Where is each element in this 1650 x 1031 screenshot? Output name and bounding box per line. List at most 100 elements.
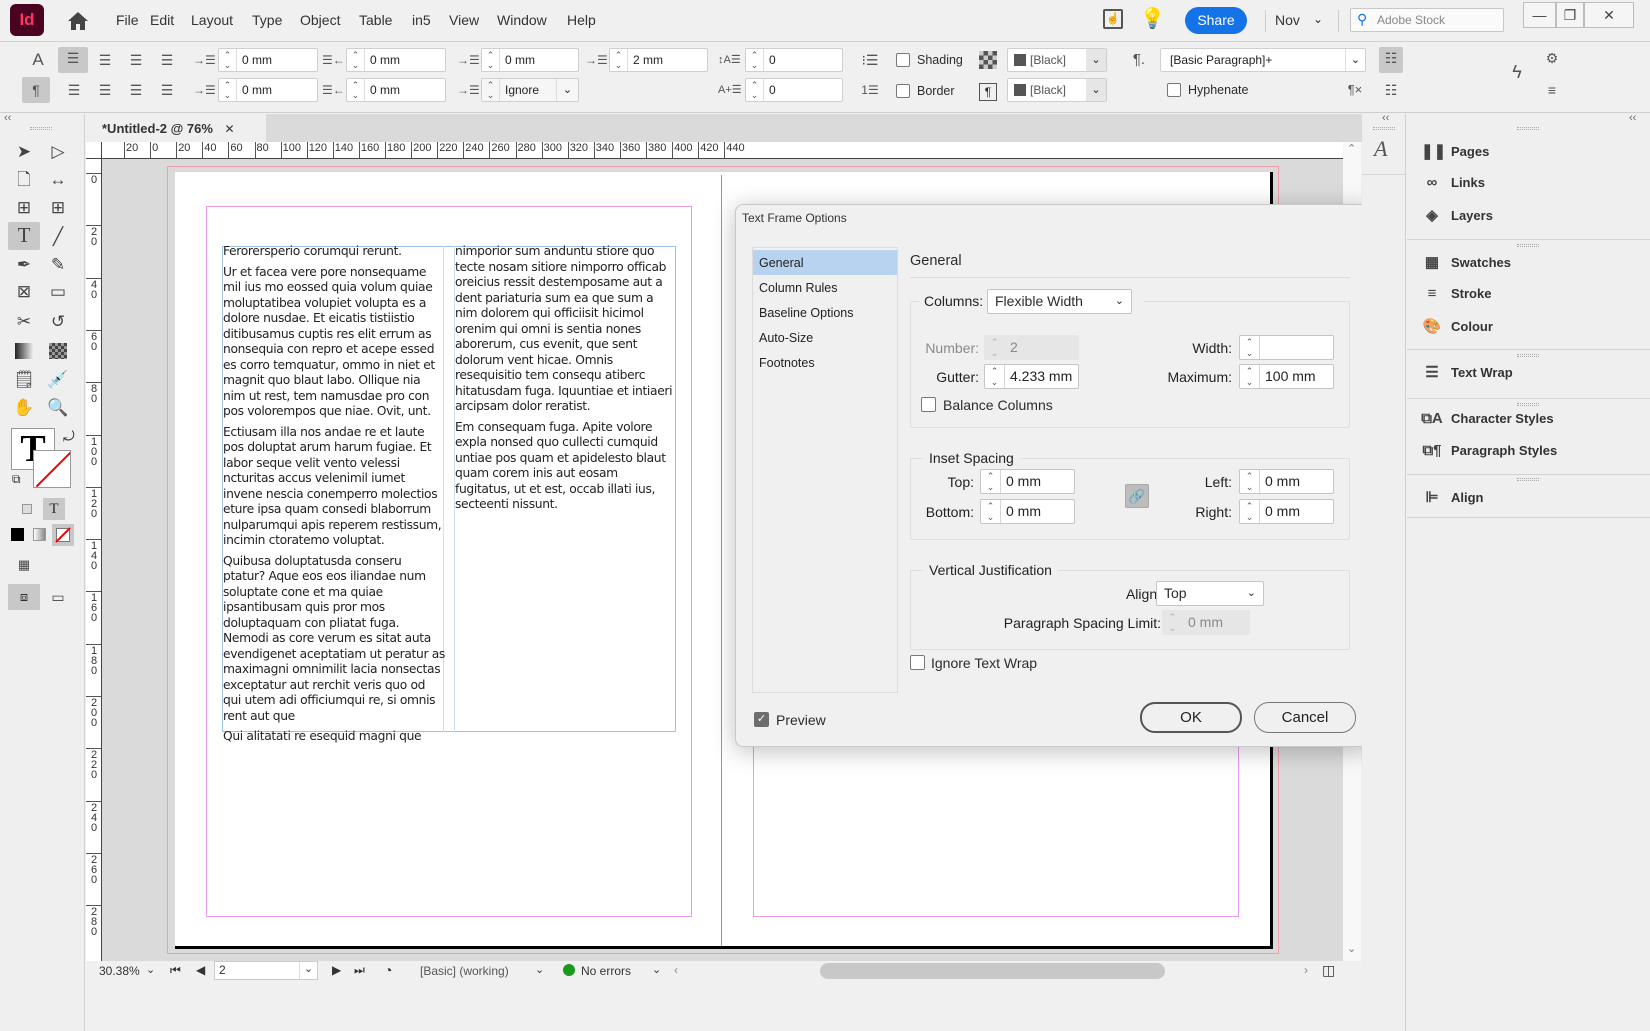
page-tool-icon[interactable]: 🗋 [11, 167, 37, 193]
glyphs-icon[interactable]: A [1374, 136, 1387, 162]
panel-text-wrap[interactable]: ☰ Text Wrap [1421, 363, 1512, 381]
shading-checkbox[interactable] [896, 53, 910, 67]
content-collector-icon[interactable]: ⊞ [11, 195, 37, 221]
quick-actions-icon[interactable]: ϟ [1506, 61, 1528, 83]
apply-color-icon[interactable] [11, 528, 24, 541]
nav-column-rules[interactable]: Column Rules [753, 275, 897, 300]
note-tool-icon[interactable]: 🗒 [11, 367, 37, 393]
gutter-field[interactable]: ⌃ ⌄ 4.233 mm [984, 364, 1079, 389]
type-tool-icon[interactable]: T [8, 222, 40, 250]
close-button[interactable]: ✕ [1584, 2, 1634, 28]
content-placer-icon[interactable]: ⊞ [45, 195, 71, 221]
inset-bottom-field[interactable]: ⌃ ⌄ 0 mm [980, 499, 1075, 524]
ignore-text-wrap-checkbox[interactable] [910, 655, 925, 670]
vertical-ruler[interactable]: 0 2 0 4 0 6 0 8 0 1 0 0 1 2 0 1 4 0 1 6 0 1 8 0 2 … [86, 159, 102, 961]
drop-cap-chars-field[interactable]: ⌃ ⌄ 0 [745, 78, 843, 102]
panel-paragraph-styles[interactable]: ⧉¶ Paragraph Styles [1421, 442, 1557, 459]
horizontal-scrollbar-thumb[interactable] [820, 963, 1165, 979]
tutorial-icon[interactable]: ☝ [1103, 9, 1123, 29]
gap-tool-icon[interactable]: ↔ [45, 167, 71, 193]
default-fill-stroke-icon[interactable]: ⧉ [12, 472, 21, 487]
split-window-icon[interactable]: ◫ [1322, 962, 1335, 979]
zoom-level[interactable]: 30.38% [99, 964, 140, 978]
panel-align[interactable]: ⊫ Align [1421, 488, 1483, 506]
space-before-field[interactable]: ⌃ ⌄ 0 mm [481, 48, 579, 72]
preview-checkbox[interactable]: ✓ [754, 712, 769, 727]
chevron-down-icon[interactable]: ⌄ [146, 963, 155, 976]
apply-gradient-icon[interactable] [33, 528, 46, 541]
clear-overrides-icon[interactable]: ¶× [1344, 79, 1366, 101]
minimize-button[interactable]: — [1523, 2, 1556, 28]
scroll-down-icon[interactable]: ⌄ [1347, 942, 1356, 955]
align-to-grid-select[interactable]: ⌃ ⌄ Ignore ⌄ [481, 78, 579, 102]
formatting-container-icon[interactable] [22, 504, 32, 514]
restore-button[interactable]: ❐ [1556, 2, 1584, 28]
menu-help[interactable]: Help [567, 12, 596, 28]
right-indent-field[interactable]: ⌃ ⌄ 0 mm [346, 48, 446, 72]
shading-settings-icon[interactable] [979, 51, 997, 69]
menu-object[interactable]: Object [300, 12, 340, 28]
gradient-swatch-tool-icon[interactable] [15, 343, 33, 359]
span-columns-icon[interactable]: ☷ [1379, 47, 1403, 73]
home-icon[interactable] [66, 10, 90, 32]
maximum-field[interactable]: ⌃ ⌄ 100 mm [1239, 364, 1334, 389]
menu-file[interactable]: File [116, 12, 139, 28]
zoom-tool-icon[interactable]: 🔍 [45, 395, 71, 421]
page-number-field[interactable]: 2 ⌄ [214, 961, 318, 980]
character-mode-button[interactable]: A [27, 49, 49, 71]
next-page-icon[interactable]: ▶ [332, 963, 341, 977]
numbered-list-icon[interactable]: 1☰ [859, 79, 881, 101]
preflight-errors[interactable]: No errors [581, 964, 631, 978]
formatting-text-icon[interactable]: T [43, 498, 65, 520]
document-tab[interactable]: *Untitled-2 @ 76% ✕ [86, 114, 266, 142]
direct-selection-tool-icon[interactable]: ▷ [45, 139, 71, 165]
panel-colour[interactable]: 🎨 Colour [1421, 317, 1493, 335]
panel-layers[interactable]: ◈ Layers [1421, 206, 1493, 224]
line-tool-icon[interactable]: ╱ [45, 224, 71, 250]
eyedropper-tool-icon[interactable]: 💉 [45, 367, 71, 393]
rotate-tool-icon[interactable]: ↺ [45, 309, 71, 335]
preflight-profile[interactable]: [Basic] (working) [420, 964, 509, 978]
menu-window[interactable]: Window [497, 12, 547, 28]
gradient-feather-tool-icon[interactable] [49, 343, 67, 359]
split-columns-icon[interactable]: ☷ [1380, 79, 1402, 101]
align-towards-spine-icon[interactable]: ☰ [156, 49, 178, 71]
normal-view-icon[interactable]: ⧈ [8, 584, 40, 610]
border-checkbox[interactable] [896, 84, 910, 98]
align-away-spine-icon[interactable]: ☰ [156, 79, 178, 101]
hand-tool-icon[interactable]: ✋ [11, 395, 37, 421]
workspace-switcher[interactable]: Nov [1275, 12, 1300, 28]
align-left-icon[interactable]: ☰ [58, 47, 88, 73]
drop-cap-lines-field[interactable]: ⌃ ⌄ 0 [745, 48, 843, 72]
align-right-icon[interactable]: ☰ [125, 49, 147, 71]
align-select[interactable]: Top ⌄ [1156, 581, 1264, 606]
adobe-stock-search[interactable]: ⚲ Adobe Stock [1350, 8, 1504, 32]
width-field[interactable]: ⌃⌄84.633 mm [1239, 335, 1334, 378]
selection-tool-icon[interactable]: ➤ [11, 139, 37, 165]
text-column-2[interactable]: nimporior sum anduntu stiore quo tecte n… [455, 244, 675, 518]
collapse-icon[interactable]: ‹‹ [4, 112, 11, 124]
border-color-select[interactable]: [Black] ⌄ [1007, 78, 1107, 102]
panel-grip[interactable] [30, 127, 52, 130]
apply-none-icon[interactable] [52, 524, 74, 546]
collapse-icon[interactable]: ‹‹ [1382, 112, 1389, 124]
menu-edit[interactable]: Edit [150, 12, 174, 28]
nav-auto-size[interactable]: Auto-Size [753, 325, 897, 350]
scroll-right-icon[interactable]: › [1304, 963, 1308, 977]
close-tab-icon[interactable]: ✕ [225, 122, 235, 136]
menu-table[interactable]: Table [359, 12, 392, 28]
panel-links[interactable]: ∞ Links [1421, 174, 1485, 191]
stroke-swatch[interactable] [33, 450, 71, 488]
nav-footnotes[interactable]: Footnotes [753, 350, 897, 375]
first-page-icon[interactable]: ⏮ [170, 963, 181, 978]
cancel-button[interactable]: Cancel [1254, 702, 1356, 733]
menu-layout[interactable]: Layout [191, 12, 233, 28]
horizontal-ruler[interactable]: 20 0 20 40 60 80 100 120 140 160 180 200 220 240 260 28… [86, 142, 1351, 159]
columns-select[interactable]: Flexible Width ⌄ [987, 289, 1132, 314]
layout-mode-icon[interactable]: ▦ [11, 552, 37, 578]
align-center-icon[interactable]: ☰ [94, 49, 116, 71]
pen-tool-icon[interactable]: ✒ [11, 252, 37, 278]
paragraph-mode-button[interactable]: ¶ [22, 77, 50, 103]
panel-character-styles[interactable]: ⧉A Character Styles [1421, 410, 1553, 427]
share-button[interactable]: Share [1185, 7, 1247, 34]
